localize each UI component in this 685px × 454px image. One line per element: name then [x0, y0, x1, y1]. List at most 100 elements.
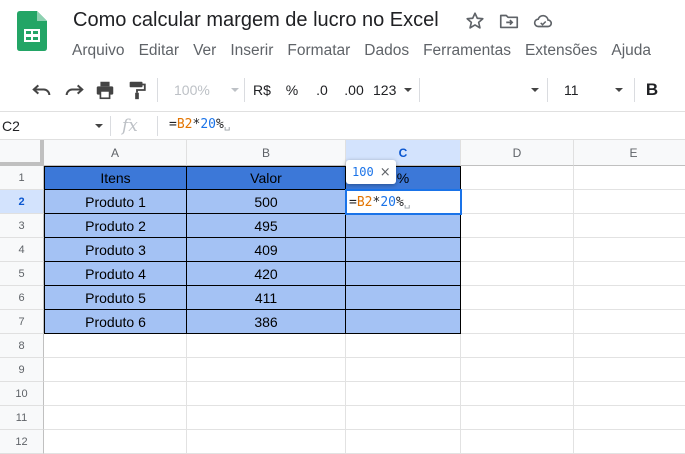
row-header-4[interactable]: 4	[0, 238, 44, 262]
number-format-button[interactable]: 123	[373, 78, 413, 102]
row-header-10[interactable]: 10	[0, 382, 44, 406]
cell-a4[interactable]: Produto 3	[44, 238, 187, 262]
menu-ajuda[interactable]: Ajuda	[604, 40, 658, 62]
cell-a9[interactable]	[44, 358, 187, 382]
row-header-5[interactable]: 5	[0, 262, 44, 286]
cell-c7[interactable]	[346, 310, 461, 334]
cell-c5[interactable]	[346, 262, 461, 286]
cell-d6[interactable]	[461, 286, 574, 310]
cell-b7[interactable]: 386	[187, 310, 346, 334]
formula-input[interactable]: =B2*20%␣	[169, 117, 230, 132]
cell-e2[interactable]	[574, 190, 685, 214]
cell-a1[interactable]: Itens	[44, 166, 187, 190]
cell-d12[interactable]	[461, 430, 574, 454]
menu-formatar[interactable]: Formatar	[280, 40, 357, 62]
cell-b5[interactable]: 420	[187, 262, 346, 286]
decrease-decimals-button[interactable]: .0	[310, 78, 334, 102]
row-header-12[interactable]: 12	[0, 430, 44, 454]
increase-decimals-button[interactable]: .00	[340, 78, 368, 102]
cell-a7[interactable]: Produto 6	[44, 310, 187, 334]
cell-b6[interactable]: 411	[187, 286, 346, 310]
cell-b1[interactable]: Valor	[187, 166, 346, 190]
column-header-d[interactable]: D	[461, 140, 574, 166]
cell-b3[interactable]: 495	[187, 214, 346, 238]
row-header-6[interactable]: 6	[0, 286, 44, 310]
menu-inserir[interactable]: Inserir	[223, 40, 280, 62]
cell-e3[interactable]	[574, 214, 685, 238]
star-icon[interactable]	[464, 10, 486, 32]
cell-e4[interactable]	[574, 238, 685, 262]
cell-a3[interactable]: Produto 2	[44, 214, 187, 238]
cell-b8[interactable]	[187, 334, 346, 358]
move-to-folder-icon[interactable]	[498, 10, 520, 32]
cloud-saved-icon[interactable]	[532, 10, 554, 32]
cell-b9[interactable]	[187, 358, 346, 382]
currency-format-button[interactable]: R$	[250, 78, 274, 102]
column-header-e[interactable]: E	[574, 140, 685, 166]
cell-d7[interactable]	[461, 310, 574, 334]
cell-a8[interactable]	[44, 334, 187, 358]
cell-d8[interactable]	[461, 334, 574, 358]
column-header-b[interactable]: B	[187, 140, 346, 166]
select-all-corner[interactable]	[0, 140, 44, 166]
font-size-select[interactable]: 11	[552, 78, 628, 102]
cell-d3[interactable]	[461, 214, 574, 238]
close-icon[interactable]: ×	[380, 165, 391, 180]
cell-c4[interactable]	[346, 238, 461, 262]
cell-d10[interactable]	[461, 382, 574, 406]
undo-button[interactable]	[30, 78, 54, 102]
row-header-7[interactable]: 7	[0, 310, 44, 334]
cell-a11[interactable]	[44, 406, 187, 430]
menu-arquivo[interactable]: Arquivo	[65, 40, 132, 62]
cell-e7[interactable]	[574, 310, 685, 334]
cell-d4[interactable]	[461, 238, 574, 262]
cell-e8[interactable]	[574, 334, 685, 358]
menu-editar[interactable]: Editar	[132, 40, 187, 62]
percent-format-button[interactable]: %	[281, 78, 303, 102]
print-button[interactable]	[93, 78, 117, 102]
menu-dados[interactable]: Dados	[357, 40, 416, 62]
cell-c9[interactable]	[346, 358, 461, 382]
cell-a2[interactable]: Produto 1	[44, 190, 187, 214]
cell-b2[interactable]: 500	[187, 190, 346, 214]
document-title[interactable]: Como calcular margem de lucro no Excel	[73, 9, 439, 32]
menu-extensoes[interactable]: Extensões	[518, 40, 604, 62]
cell-c11[interactable]	[346, 406, 461, 430]
cell-c3[interactable]	[346, 214, 461, 238]
cell-e10[interactable]	[574, 382, 685, 406]
cell-d2[interactable]	[461, 190, 574, 214]
cell-a6[interactable]: Produto 5	[44, 286, 187, 310]
cell-b4[interactable]: 409	[187, 238, 346, 262]
row-header-1[interactable]: 1	[0, 166, 44, 190]
formula-result-preview[interactable]: 100 ×	[346, 160, 396, 184]
cell-b10[interactable]	[187, 382, 346, 406]
redo-button[interactable]	[62, 78, 86, 102]
cell-a10[interactable]	[44, 382, 187, 406]
cell-c8[interactable]	[346, 334, 461, 358]
menu-ferramentas[interactable]: Ferramentas	[416, 40, 518, 62]
cell-d5[interactable]	[461, 262, 574, 286]
cell-e9[interactable]	[574, 358, 685, 382]
font-family-select[interactable]	[424, 78, 542, 102]
bold-button[interactable]: B	[640, 78, 664, 102]
cell-c6[interactable]	[346, 286, 461, 310]
cell-e1[interactable]	[574, 166, 685, 190]
cell-e6[interactable]	[574, 286, 685, 310]
cell-c12[interactable]	[346, 430, 461, 454]
name-box[interactable]: C2	[0, 112, 110, 140]
row-header-2[interactable]: 2	[0, 190, 44, 214]
column-header-a[interactable]: A	[44, 140, 187, 166]
zoom-select[interactable]: 100%	[162, 78, 244, 102]
active-cell-editor[interactable]: = B2 * 20% ␣	[345, 189, 462, 215]
cell-b12[interactable]	[187, 430, 346, 454]
cell-a5[interactable]: Produto 4	[44, 262, 187, 286]
cell-a12[interactable]	[44, 430, 187, 454]
cell-b11[interactable]	[187, 406, 346, 430]
cell-e12[interactable]	[574, 430, 685, 454]
row-header-9[interactable]: 9	[0, 358, 44, 382]
cell-e5[interactable]	[574, 262, 685, 286]
row-header-11[interactable]: 11	[0, 406, 44, 430]
row-header-8[interactable]: 8	[0, 334, 44, 358]
paint-format-button[interactable]	[125, 78, 149, 102]
sheets-logo-icon[interactable]	[17, 11, 47, 51]
